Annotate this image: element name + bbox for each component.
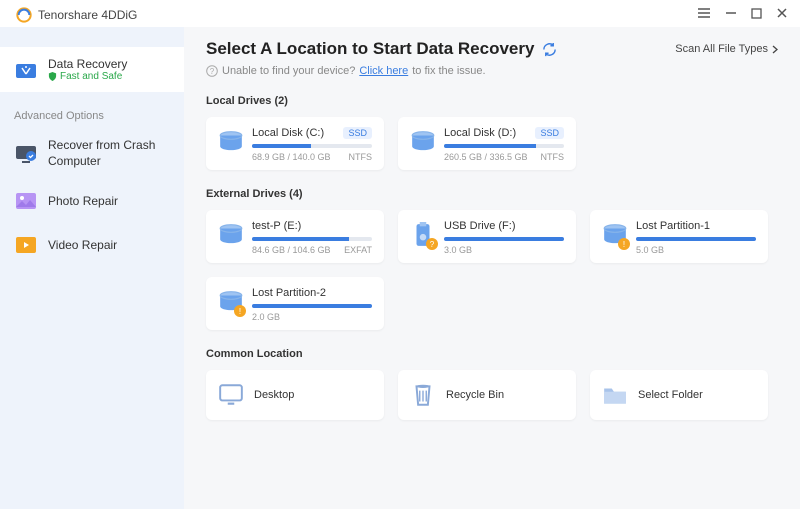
- warn-badge-icon: ?: [426, 238, 438, 250]
- sidebar-item-label: Video Repair: [48, 238, 117, 252]
- minimize-button[interactable]: [725, 7, 737, 22]
- usage-bar: [636, 237, 756, 241]
- drive-name: Lost Partition-1: [636, 220, 710, 232]
- drive-name: USB Drive (F:): [444, 220, 516, 232]
- common-label: Recycle Bin: [446, 389, 504, 401]
- advanced-options-header: Advanced Options: [0, 92, 184, 128]
- sidebar-item-label: Photo Repair: [48, 194, 118, 208]
- close-button[interactable]: [776, 7, 788, 22]
- usage-bar: [252, 144, 372, 148]
- drive-usage: 260.5 GB / 336.5 GB: [444, 152, 528, 162]
- drive-fs: EXFAT: [344, 245, 372, 255]
- page-title: Select A Location to Start Data Recovery: [206, 39, 534, 59]
- recovery-icon: [14, 58, 38, 82]
- drive-usage: 84.6 GB / 104.6 GB: [252, 245, 331, 255]
- drive-badge: SSD: [535, 127, 564, 139]
- shield-check-icon: [48, 72, 57, 81]
- chevron-right-icon: [772, 45, 778, 54]
- common-card-desktop[interactable]: Desktop: [206, 370, 384, 420]
- drive-fs: NTFS: [349, 152, 373, 162]
- drive-name: Lost Partition-2: [252, 287, 326, 299]
- video-icon: [14, 233, 38, 257]
- section-title-common: Common Location: [206, 348, 778, 360]
- sidebar-item-crash-recover[interactable]: Recover from Crash Computer: [0, 128, 184, 179]
- sidebar-item-label: Recover from Crash Computer: [48, 138, 170, 169]
- svg-text:?: ?: [210, 67, 215, 76]
- photo-icon: [14, 189, 38, 213]
- drive-card-external-1[interactable]: ? USB Drive (F:) 3.0 GB: [398, 210, 576, 263]
- menu-button[interactable]: [697, 6, 711, 23]
- drive-card-local-1[interactable]: Local Disk (D:) SSD 260.5 GB / 336.5 GB N…: [398, 117, 576, 170]
- monitor-icon: [14, 142, 38, 166]
- drive-usage: 2.0 GB: [252, 312, 280, 322]
- drive-name: Local Disk (C:): [252, 127, 324, 139]
- warn-badge-icon: !: [618, 238, 630, 250]
- usb-icon: ?: [410, 222, 436, 248]
- sidebar-item-photo-repair[interactable]: Photo Repair: [0, 179, 184, 223]
- trash-icon: [410, 382, 436, 408]
- drive-card-external-3[interactable]: ! Lost Partition-2 2.0 GB: [206, 277, 384, 330]
- sidebar-item-label: Data Recovery: [48, 57, 127, 71]
- hdd-icon: !: [218, 289, 244, 315]
- common-card-folder[interactable]: Select Folder: [590, 370, 768, 420]
- usage-bar: [444, 144, 564, 148]
- usage-bar: [252, 304, 372, 308]
- sidebar: Data Recovery Fast and Safe Advanced Opt…: [0, 27, 184, 509]
- hdd-icon: [410, 129, 436, 155]
- hdd-icon: [218, 222, 244, 248]
- drive-card-local-0[interactable]: Local Disk (C:) SSD 68.9 GB / 140.0 GB NT…: [206, 117, 384, 170]
- sidebar-item-sublabel: Fast and Safe: [48, 71, 127, 82]
- drive-usage: 3.0 GB: [444, 245, 472, 255]
- hint-link[interactable]: Click here: [359, 65, 408, 77]
- folder-icon: [602, 382, 628, 408]
- section-title-external: External Drives (4): [206, 188, 778, 200]
- desktop-icon: [218, 382, 244, 408]
- usage-bar: [444, 237, 564, 241]
- sidebar-item-data-recovery[interactable]: Data Recovery Fast and Safe: [0, 47, 184, 92]
- drive-usage: 68.9 GB / 140.0 GB: [252, 152, 331, 162]
- hdd-icon: [218, 129, 244, 155]
- usage-bar: [252, 237, 372, 241]
- maximize-button[interactable]: [751, 8, 762, 22]
- common-card-trash[interactable]: Recycle Bin: [398, 370, 576, 420]
- warn-badge-icon: !: [234, 305, 246, 317]
- common-label: Select Folder: [638, 389, 703, 401]
- scan-file-types-button[interactable]: Scan All File Types: [675, 43, 778, 55]
- drive-name: Local Disk (D:): [444, 127, 516, 139]
- drive-badge: SSD: [343, 127, 372, 139]
- common-label: Desktop: [254, 389, 294, 401]
- hint-line: ? Unable to find your device? Click here…: [206, 65, 778, 77]
- drive-usage: 5.0 GB: [636, 245, 664, 255]
- hdd-icon: !: [602, 222, 628, 248]
- main-content: Select A Location to Start Data Recovery…: [184, 27, 800, 509]
- app-title: Tenorshare 4DDiG: [38, 8, 697, 22]
- drive-fs: NTFS: [541, 152, 565, 162]
- sidebar-item-video-repair[interactable]: Video Repair: [0, 223, 184, 267]
- drive-card-external-0[interactable]: test-P (E:) 84.6 GB / 104.6 GB EXFAT: [206, 210, 384, 263]
- section-title-local: Local Drives (2): [206, 95, 778, 107]
- app-logo-icon: [16, 7, 32, 23]
- drive-card-external-2[interactable]: ! Lost Partition-1 5.0 GB: [590, 210, 768, 263]
- refresh-icon[interactable]: [542, 42, 557, 57]
- drive-name: test-P (E:): [252, 220, 301, 232]
- help-icon: ?: [206, 65, 218, 77]
